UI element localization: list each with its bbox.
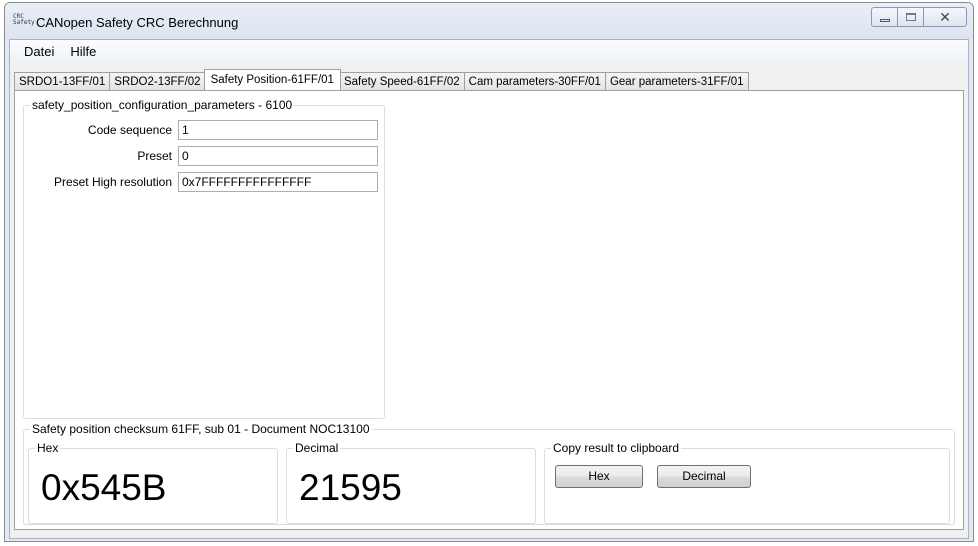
tab-srdo2[interactable]: SRDO2-13FF/02 [109, 72, 206, 90]
close-icon: ✕ [939, 9, 951, 25]
decimal-result-group: Decimal 21595 [286, 441, 536, 524]
maximize-button[interactable] [897, 7, 923, 27]
copy-group: Copy result to clipboard Hex Decimal [544, 441, 950, 524]
copy-hex-button[interactable]: Hex [555, 465, 643, 488]
tab-page-safety-position: safety_position_configuration_parameters… [14, 90, 964, 530]
config-group: safety_position_configuration_parameters… [23, 98, 385, 419]
code-sequence-label: Code sequence [87, 123, 172, 137]
tab-gear-parameters[interactable]: Gear parameters-31FF/01 [604, 72, 749, 90]
tab-srdo1[interactable]: SRDO1-13FF/01 [14, 72, 111, 90]
hex-result-group: Hex 0x545B [28, 441, 278, 524]
preset-label: Preset [137, 149, 172, 163]
checksum-group: Safety position checksum 61FF, sub 01 - … [23, 422, 955, 525]
app-window: CRC Safety CANopen Safety CRC Berechnung … [4, 2, 974, 542]
decimal-result-value: 21595 [299, 467, 402, 508]
minimize-button[interactable] [871, 7, 897, 27]
hex-result-label: Hex [35, 441, 61, 455]
client-area: Datei Hilfe SRDO1-13FF/01 SRDO2-13FF/02 … [9, 39, 969, 539]
minimize-icon [879, 18, 890, 22]
code-sequence-input[interactable]: 1 [178, 120, 378, 140]
close-button[interactable]: ✕ [923, 7, 967, 27]
title-bar: CRC Safety CANopen Safety CRC Berechnung … [5, 3, 973, 39]
preset-high-resolution-label: Preset High resolution [53, 175, 172, 189]
crc-app-icon: CRC Safety [13, 13, 35, 26]
decimal-result-label: Decimal [293, 441, 341, 455]
tab-strip: SRDO1-13FF/01 SRDO2-13FF/02 Safety Posit… [14, 69, 749, 90]
tab-cam-parameters[interactable]: Cam parameters-30FF/01 [463, 72, 606, 90]
window-controls: ✕ [871, 7, 967, 29]
preset-high-resolution-input[interactable]: 0x7FFFFFFFFFFFFFFF [178, 172, 378, 192]
tab-safety-speed[interactable]: Safety Speed-61FF/02 [338, 72, 465, 90]
tab-safety-position[interactable]: Safety Position-61FF/01 [203, 69, 341, 90]
window-title: CANopen Safety CRC Berechnung [36, 15, 239, 30]
menu-bar: Datei Hilfe [10, 40, 968, 64]
maximize-icon [905, 13, 916, 21]
copy-decimal-button[interactable]: Decimal [657, 465, 751, 488]
preset-input[interactable]: 0 [178, 146, 378, 166]
copy-group-title: Copy result to clipboard [551, 441, 682, 455]
hex-result-value: 0x545B [41, 467, 167, 508]
menu-datei[interactable]: Datei [16, 41, 62, 63]
config-group-title: safety_position_configuration_parameters… [30, 98, 295, 112]
checksum-group-title: Safety position checksum 61FF, sub 01 - … [30, 422, 372, 436]
menu-hilfe[interactable]: Hilfe [62, 41, 104, 63]
